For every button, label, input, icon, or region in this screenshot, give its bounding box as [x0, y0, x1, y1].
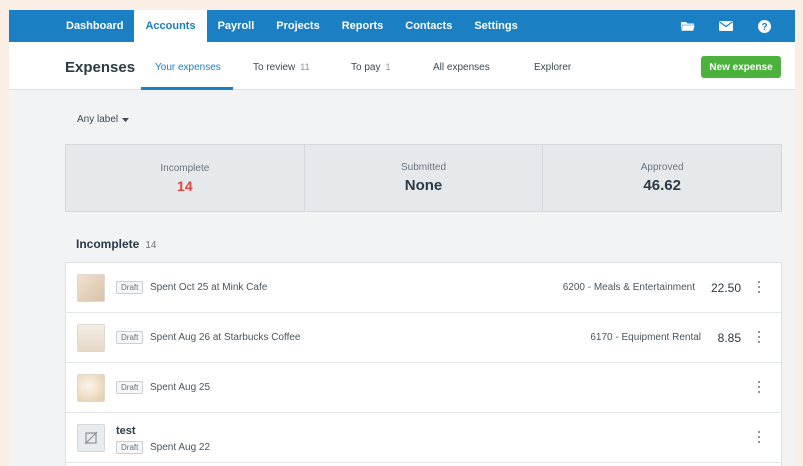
expense-amount: 22.50: [710, 281, 741, 295]
expense-description: Spent Aug 22: [150, 442, 211, 453]
summary-value: None: [404, 177, 443, 194]
nav-reports[interactable]: Reports: [331, 10, 395, 42]
nav-accounts[interactable]: Accounts: [134, 10, 207, 42]
status-badge: Draft: [116, 281, 144, 294]
top-navigation: Dashboard Accounts Payroll Projects Repo…: [9, 10, 795, 42]
expenses-header: Expenses Your expenses To review 11 To pa…: [9, 42, 795, 90]
new-expense-button[interactable]: New expense: [701, 56, 781, 78]
tab-explorer[interactable]: Explorer: [534, 62, 571, 73]
svg-text:?: ?: [761, 22, 767, 33]
summary-label: Approved: [640, 162, 684, 173]
summary-value: 46.62: [643, 177, 681, 194]
receipt-thumbnail[interactable]: [77, 324, 105, 352]
section-heading: Incomplete 14: [76, 237, 156, 251]
list-item[interactable]: Draft Spent Oct 25 at Mink Cafe 6200 - M…: [66, 263, 781, 313]
page-title: Expenses: [65, 59, 136, 76]
status-badge: Draft: [116, 381, 144, 394]
summary-approved[interactable]: Approved 46.62: [543, 145, 781, 211]
nav-projects[interactable]: Projects: [265, 10, 330, 42]
nav-contacts[interactable]: Contacts: [394, 10, 463, 42]
folder-icon[interactable]: [679, 17, 697, 35]
tab-label: Your expenses: [155, 62, 221, 73]
tab-label: All expenses: [433, 62, 490, 73]
tab-all-expenses[interactable]: All expenses: [433, 62, 490, 73]
tab-label: To review: [253, 62, 296, 73]
summary-submitted[interactable]: Submitted None: [305, 145, 544, 211]
label-filter-dropdown[interactable]: Any label: [77, 114, 130, 125]
more-options-icon[interactable]: [755, 279, 763, 295]
app-window: Dashboard Accounts Payroll Projects Repo…: [9, 10, 795, 466]
section-title-text: Incomplete: [76, 237, 140, 251]
help-icon[interactable]: ?: [755, 17, 773, 35]
receipt-thumbnail[interactable]: [77, 274, 105, 302]
expense-amount: 8.85: [717, 331, 741, 345]
expense-description: Spent Aug 26 at Starbucks Coffee: [150, 332, 301, 343]
chevron-down-icon: [122, 117, 130, 122]
expense-account: 6170 - Equipment Rental: [590, 332, 701, 343]
tab-count: 1: [385, 62, 391, 72]
summary-value: 14: [177, 177, 193, 194]
tab-label: Explorer: [534, 62, 572, 73]
list-item[interactable]: test Draft Spent Aug 22: [66, 413, 781, 463]
tab-your-expenses[interactable]: Your expenses: [155, 62, 221, 73]
active-tab-indicator: [141, 87, 233, 90]
nav-payroll[interactable]: Payroll: [207, 10, 266, 42]
receipt-thumbnail[interactable]: [77, 374, 105, 402]
mail-icon[interactable]: [717, 17, 735, 35]
summary-label: Submitted: [400, 162, 447, 173]
nav-icons: ?: [679, 10, 795, 42]
summary-incomplete[interactable]: Incomplete 14: [66, 145, 305, 211]
tab-count: 11: [300, 62, 310, 72]
list-item[interactable]: Draft Spent Aug 25: [66, 363, 781, 413]
more-options-icon[interactable]: [755, 329, 763, 345]
no-receipt-icon[interactable]: [77, 424, 105, 452]
tab-to-review[interactable]: To review 11: [253, 62, 310, 73]
summary-label: Incomplete: [160, 162, 210, 174]
expense-description: Spent Oct 25 at Mink Cafe: [150, 282, 268, 293]
expense-description: Spent Aug 25: [150, 382, 211, 393]
nav-dashboard[interactable]: Dashboard: [9, 10, 134, 42]
expense-list: Draft Spent Oct 25 at Mink Cafe 6200 - M…: [65, 262, 782, 466]
nav-settings[interactable]: Settings: [463, 10, 528, 42]
expense-summary: Incomplete 14 Submitted None Approved 46…: [65, 144, 782, 212]
more-options-icon[interactable]: [755, 429, 763, 445]
tab-to-pay[interactable]: To pay 1: [351, 62, 390, 73]
list-item[interactable]: Draft Spent Aug 26 at Starbucks Coffee 6…: [66, 313, 781, 363]
status-badge: Draft: [116, 441, 144, 454]
status-badge: Draft: [116, 331, 144, 344]
more-options-icon[interactable]: [755, 379, 763, 395]
expense-account: 6200 - Meals & Entertainment: [562, 282, 695, 293]
label-filter-value: Any label: [77, 114, 119, 125]
expense-name: test: [116, 425, 136, 437]
section-count: 14: [145, 240, 157, 251]
tab-label: To pay: [351, 62, 381, 73]
